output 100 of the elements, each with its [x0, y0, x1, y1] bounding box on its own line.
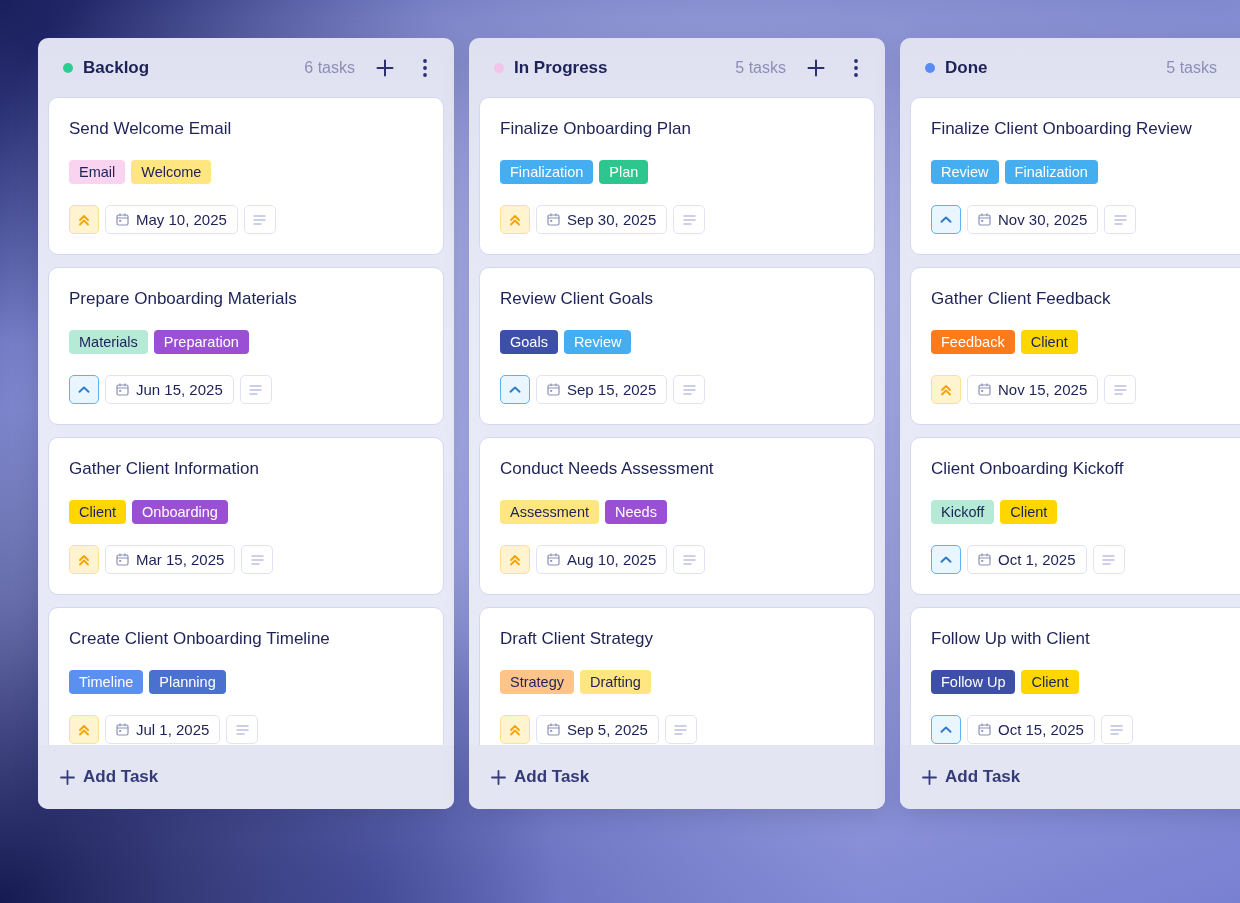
text-lines-icon	[1110, 724, 1124, 735]
task-card[interactable]: Finalize Onboarding Plan Finalization Plan Sep 30, 2025	[479, 97, 875, 255]
due-date-button[interactable]: Nov 30, 2025	[967, 205, 1099, 234]
chevron-up-icon	[509, 386, 521, 393]
plus-icon	[376, 58, 394, 77]
text-lines-icon	[682, 214, 696, 225]
due-date-button[interactable]: Sep 30, 2025	[536, 205, 668, 234]
priority-button[interactable]	[931, 715, 961, 744]
task-tag: Review	[931, 160, 999, 184]
task-tag: Welcome	[131, 160, 212, 184]
task-tag: Follow Up	[931, 670, 1016, 694]
calendar-icon	[547, 213, 560, 226]
task-tag: Kickoff	[931, 500, 995, 524]
task-card[interactable]: Create Client Onboarding Timeline Timeline Planning Jul 1, 2025	[48, 607, 444, 745]
calendar-icon	[978, 213, 991, 226]
double-chevron-up-icon	[509, 723, 521, 736]
due-date-button[interactable]: May 10, 2025	[105, 205, 238, 234]
description-button[interactable]	[673, 375, 706, 404]
add-task-button[interactable]: Add Task	[920, 765, 1023, 789]
calendar-icon	[116, 553, 129, 566]
task-tag: Finalization	[1004, 160, 1098, 184]
task-tag: Client	[1021, 670, 1079, 694]
description-button[interactable]	[239, 375, 272, 404]
calendar-icon	[116, 213, 129, 226]
calendar-icon	[547, 723, 560, 736]
text-lines-icon	[1113, 384, 1127, 395]
task-tag: Client	[69, 500, 127, 524]
task-title: Gather Client Information	[69, 458, 260, 480]
due-date-button[interactable]: Jul 1, 2025	[105, 715, 221, 744]
task-tag: Assessment	[500, 500, 599, 524]
priority-button[interactable]	[931, 205, 961, 234]
task-tag: Strategy	[500, 670, 574, 694]
add-task-button[interactable]: Add Task	[58, 765, 161, 789]
due-date-button[interactable]: Sep 15, 2025	[536, 375, 668, 404]
task-tag: Planning	[149, 670, 226, 694]
description-button[interactable]	[673, 545, 706, 574]
task-card[interactable]: Draft Client Strategy Strategy Drafting Sep 5, 2025	[479, 607, 875, 745]
task-tag: Finalization	[500, 160, 594, 184]
double-chevron-up-icon	[78, 723, 90, 736]
due-date-button[interactable]: Nov 15, 2025	[967, 375, 1099, 404]
task-card[interactable]: Finalize Client Onboarding Review Review Finalization Nov 30, 2025	[910, 97, 1240, 255]
priority-button[interactable]	[500, 375, 530, 404]
task-title: Conduct Needs Assessment	[500, 458, 715, 480]
calendar-icon	[116, 383, 129, 396]
task-card[interactable]: Conduct Needs Assessment Assessment Needs Aug 10, 2025	[479, 437, 875, 595]
task-tag: Client	[1020, 330, 1078, 354]
task-count: 5 tasks	[735, 58, 786, 77]
text-lines-icon	[682, 384, 696, 395]
vertical-dots-icon	[854, 58, 858, 77]
calendar-icon	[978, 553, 991, 566]
description-button[interactable]	[1092, 545, 1125, 574]
double-chevron-up-icon	[78, 553, 90, 566]
text-lines-icon	[682, 554, 696, 565]
task-tag: Plan	[599, 160, 649, 184]
text-lines-icon	[674, 724, 688, 735]
priority-button[interactable]	[69, 375, 99, 404]
priority-button[interactable]	[931, 545, 961, 574]
text-lines-icon	[235, 724, 249, 735]
column-title: Backlog	[83, 57, 151, 78]
task-title: Review Client Goals	[500, 288, 655, 310]
calendar-icon	[978, 383, 991, 396]
due-date-button[interactable]: Sep 5, 2025	[536, 715, 659, 744]
description-button[interactable]	[1104, 375, 1137, 404]
task-card[interactable]: Prepare Onboarding Materials Materials Preparation Jun 15, 2025	[48, 267, 444, 425]
plus-icon	[60, 769, 75, 785]
task-count: 6 tasks	[304, 58, 355, 77]
task-card[interactable]: Follow Up with Client Follow Up Client Oct 15, 2025	[910, 607, 1240, 745]
task-card[interactable]: Send Welcome Email Email Welcome May 10, 2025	[48, 97, 444, 255]
task-tag: Feedback	[931, 330, 1015, 354]
plus-icon	[807, 58, 825, 77]
description-button[interactable]	[241, 545, 274, 574]
task-card[interactable]: Review Client Goals Goals Review Sep 15, 2025	[479, 267, 875, 425]
double-chevron-up-icon	[509, 553, 521, 566]
column-title: In Progress	[514, 57, 609, 78]
description-button[interactable]	[673, 205, 706, 234]
task-tag: Review	[563, 330, 632, 354]
due-date-button[interactable]: Mar 15, 2025	[105, 545, 236, 574]
description-button[interactable]	[1100, 715, 1133, 744]
task-tag: Preparation	[153, 330, 249, 354]
task-card[interactable]: Gather Client Information Client Onboarding Mar 15, 2025	[48, 437, 444, 595]
description-button[interactable]	[243, 205, 276, 234]
text-lines-icon	[1102, 554, 1116, 565]
task-tag: Timeline	[69, 670, 144, 694]
task-title: Finalize Onboarding Plan	[500, 118, 692, 140]
due-date-button[interactable]: Oct 1, 2025	[967, 545, 1087, 574]
description-button[interactable]	[664, 715, 697, 744]
due-date-button[interactable]: Jun 15, 2025	[105, 375, 234, 404]
description-button[interactable]	[1104, 205, 1137, 234]
due-date-button[interactable]: Oct 15, 2025	[967, 715, 1095, 744]
task-tag: Goals	[500, 330, 558, 354]
double-chevron-up-icon	[509, 213, 521, 226]
task-count: 5 tasks	[1166, 58, 1217, 77]
due-date-button[interactable]: Aug 10, 2025	[536, 545, 668, 574]
calendar-icon	[547, 383, 560, 396]
task-card[interactable]: Gather Client Feedback Feedback Client Nov 15, 2025	[910, 267, 1240, 425]
task-card[interactable]: Client Onboarding Kickoff Kickoff Client Oct 1, 2025	[910, 437, 1240, 595]
add-task-button[interactable]: Add Task	[489, 765, 592, 789]
description-button[interactable]	[226, 715, 259, 744]
task-tag: Email	[69, 160, 126, 184]
chevron-up-icon	[940, 216, 952, 223]
